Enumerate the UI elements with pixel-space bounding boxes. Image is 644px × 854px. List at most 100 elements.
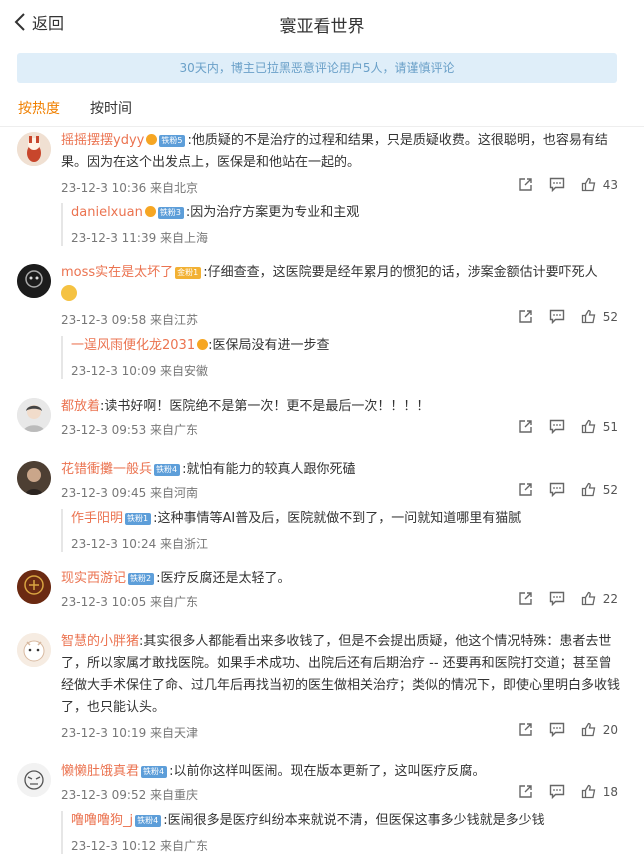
reply-username[interactable]: 作手阳明	[71, 511, 123, 526]
share-button[interactable]	[518, 591, 533, 606]
comment-actions: 43	[502, 177, 618, 192]
comment-icon	[549, 419, 564, 434]
comment-meta: 23-12-3 09:52 来自重庆	[61, 788, 199, 802]
like-count: 43	[602, 177, 618, 192]
comment-text-block: 都放着:读书好啊！医院绝不是第一次！更不是最后一次！！！！	[61, 396, 621, 418]
reply-content: :医闹很多是医疗纠纷本来就说不清，但医保这事多少钱就是多少钱	[163, 813, 545, 828]
top-bar: 返回 寰亚看世界	[0, 0, 644, 46]
like-button[interactable]: 52	[581, 309, 618, 324]
reply-block: 一逞风雨便化龙2031:医保局没有进一步查 23-12-3 10:09 来自安徽	[61, 336, 631, 379]
reply-username[interactable]: danielxuan	[71, 205, 143, 220]
comment-button[interactable]	[549, 722, 565, 737]
like-count: 18	[602, 784, 618, 799]
notice-banner: 30天内，博主已拉黑恶意评论用户5人，请谨慎评论	[17, 53, 617, 83]
comment-text-block: 摇摇摆摆ydyy 铁粉5:他质疑的不是治疗的过程和结果，只是质疑收费。这很聪明，也…	[61, 130, 621, 174]
thumbs-up-icon	[581, 482, 596, 497]
comment-button[interactable]	[549, 784, 565, 799]
comment-text-block: 花错衝攤一般兵 铁粉4:就怕有能力的较真人跟你死磕	[61, 459, 621, 481]
reply-block: 作手阳明 铁粉1:这种事情等AI普及后，医院就做不到了，一问就知道哪里有猫腻 23…	[61, 509, 631, 552]
comment-username[interactable]: 懒懒肚饿真君	[61, 764, 139, 779]
share-button[interactable]	[518, 482, 533, 497]
like-count: 51	[602, 419, 618, 434]
crown-icon	[146, 134, 158, 145]
page-title: 寰亚看世界	[279, 17, 365, 37]
comment-icon	[549, 591, 564, 606]
comment-icon	[549, 784, 564, 799]
fan-badge: 金粉1	[175, 267, 202, 279]
avatar[interactable]	[17, 763, 51, 797]
share-icon	[519, 310, 532, 323]
like-count: 22	[602, 591, 618, 606]
comment-username[interactable]: 现实西游记	[61, 571, 126, 586]
like-button[interactable]: 51	[581, 419, 618, 434]
sort-by-time-tab[interactable]: 按时间	[90, 98, 132, 118]
like-count: 20	[602, 722, 618, 737]
comment-username[interactable]: 都放着	[61, 399, 100, 414]
reply-meta: 23-12-3 11:39 来自上海	[71, 231, 209, 245]
fan-badge: 铁粉4	[141, 766, 168, 778]
comment-content: :以前你这样叫医闹。现在版本更新了，这叫医疗反腐。	[169, 764, 486, 779]
share-icon	[519, 592, 532, 605]
comment-content: :仔细查查，这医院要是经年累月的惯犯的话，涉案金额估计要吓死人	[203, 265, 598, 280]
avatar[interactable]	[17, 398, 51, 432]
share-button[interactable]	[518, 419, 533, 434]
avatar[interactable]	[17, 461, 51, 495]
avatar[interactable]	[17, 132, 51, 166]
comment-username[interactable]: 摇摇摆摆ydyy	[61, 133, 144, 148]
like-button[interactable]: 43	[581, 177, 618, 192]
emoji-icon	[61, 285, 77, 301]
share-icon	[519, 178, 532, 191]
comment-meta: 23-12-3 09:58 来自江苏	[61, 313, 199, 327]
comment-button[interactable]	[549, 309, 565, 324]
comment-actions: 20	[502, 722, 618, 737]
comment-username[interactable]: moss实在是太坏了	[61, 265, 173, 280]
avatar[interactable]	[17, 264, 51, 298]
thumbs-up-icon	[581, 784, 596, 799]
share-button[interactable]	[518, 784, 533, 799]
reply-meta: 23-12-3 10:09 来自安徽	[71, 364, 209, 378]
reply-meta: 23-12-3 10:12 来自广东	[71, 839, 209, 853]
share-button[interactable]	[518, 177, 533, 192]
share-icon	[519, 723, 532, 736]
reply-meta: 23-12-3 10:24 来自浙江	[71, 537, 209, 551]
comment-button[interactable]	[549, 419, 565, 434]
comment-content: :就怕有能力的较真人跟你死磕	[182, 462, 356, 477]
share-icon	[519, 420, 532, 433]
comment-text-block: 智慧的小胖猪:其实很多人都能看出来多收钱了，但是不会提出质疑，他这个情况特殊：患…	[61, 631, 621, 719]
comment-text-block: 现实西游记 铁粉2:医疗反腐还是太轻了。	[61, 568, 621, 590]
like-count: 52	[602, 309, 618, 324]
comment-meta: 23-12-3 09:45 来自河南	[61, 486, 199, 500]
crown-icon	[197, 339, 209, 350]
comment-button[interactable]	[549, 482, 565, 497]
reply-username[interactable]: 一逞风雨便化龙2031	[71, 338, 195, 353]
comment-actions: 52	[502, 309, 618, 324]
fan-badge: 铁粉2	[128, 573, 155, 585]
fan-badge: 铁粉4	[154, 464, 181, 476]
like-button[interactable]: 20	[581, 722, 618, 737]
fan-badge: 铁粉3	[157, 207, 184, 219]
like-button[interactable]: 22	[581, 591, 618, 606]
comment-username[interactable]: 智慧的小胖猪	[61, 634, 139, 649]
comment-content: :读书好啊！医院绝不是第一次！更不是最后一次！！！！	[100, 399, 430, 414]
comment-text-block: moss实在是太坏了 金粉1:仔细查查，这医院要是经年累月的惯犯的话，涉案金额估计…	[61, 262, 621, 306]
comment-actions: 52	[502, 482, 618, 497]
comment-actions: 18	[502, 784, 618, 799]
reply-username[interactable]: 噜噜噜狗_j	[71, 813, 133, 828]
comment-icon	[549, 482, 564, 497]
comment-button[interactable]	[549, 591, 565, 606]
avatar[interactable]	[17, 633, 51, 667]
comment-username[interactable]: 花错衝攤一般兵	[61, 462, 152, 477]
share-button[interactable]	[518, 309, 533, 324]
fan-badge: 铁粉1	[125, 513, 152, 525]
comment-icon	[549, 177, 564, 192]
like-button[interactable]: 18	[581, 784, 618, 799]
thumbs-up-icon	[581, 591, 596, 606]
sort-by-hot-tab[interactable]: 按热度	[18, 98, 60, 118]
share-button[interactable]	[518, 722, 533, 737]
like-button[interactable]: 52	[581, 482, 618, 497]
reply-block: 噜噜噜狗_j 铁粉4:医闹很多是医疗纠纷本来就说不清，但医保这事多少钱就是多少钱 …	[61, 811, 631, 854]
comment-icon	[549, 722, 564, 737]
avatar[interactable]	[17, 570, 51, 604]
comment-button[interactable]	[549, 177, 565, 192]
fan-badge: 铁粉5	[159, 135, 186, 147]
